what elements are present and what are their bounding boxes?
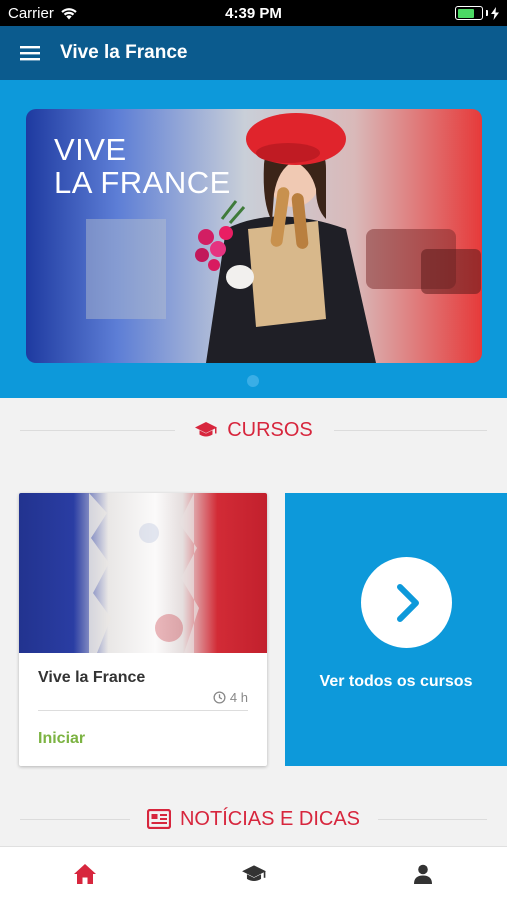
carousel-indicator-dot[interactable] <box>247 375 259 387</box>
news-section-title: NOTÍCIAS E DICAS <box>179 807 361 830</box>
course-duration-value: 4 h <box>229 690 248 705</box>
graduation-cap-icon <box>241 864 266 881</box>
graduation-cap-icon <box>195 422 218 437</box>
menu-button[interactable] <box>0 26 60 80</box>
courses-section-header: CURSOS <box>0 417 507 443</box>
all-courses-button[interactable] <box>361 557 452 648</box>
nav-courses[interactable] <box>169 847 338 900</box>
courses-section-title: CURSOS <box>227 418 313 441</box>
app-bar: Vive la France <box>0 26 507 80</box>
news-section-header: NOTÍCIAS E DICAS <box>0 806 507 832</box>
bottom-navigation <box>0 846 507 900</box>
battery-indicator <box>455 6 499 20</box>
status-time: 4:39 PM <box>225 5 282 22</box>
banner-title-line2: LA FRANCE <box>54 165 231 200</box>
hero-banner[interactable]: VIVE LA FRANCE <box>26 109 482 363</box>
chevron-right-icon <box>396 583 419 622</box>
battery-icon <box>455 6 483 20</box>
hamburger-menu-icon <box>20 46 40 61</box>
banner-title: VIVE LA FRANCE <box>54 133 231 199</box>
course-card[interactable]: Vive la France 4 h Iniciar <box>19 493 267 766</box>
status-bar: Carrier 4:39 PM <box>0 0 507 26</box>
start-course-button[interactable]: Iniciar <box>38 730 85 748</box>
charging-bolt-icon <box>491 6 499 20</box>
person-icon <box>413 864 432 884</box>
home-icon <box>73 863 96 884</box>
hero-carousel[interactable]: VIVE LA FRANCE <box>0 80 507 398</box>
flag-texture <box>89 493 199 653</box>
newspaper-icon <box>146 809 171 829</box>
clock-icon <box>213 691 226 704</box>
app-title: Vive la France <box>60 42 188 63</box>
all-courses-tile[interactable]: Ver todos os cursos <box>285 493 507 766</box>
card-divider <box>38 710 248 711</box>
all-courses-label: Ver todos os cursos <box>319 673 473 690</box>
course-thumbnail <box>19 493 267 653</box>
nav-home[interactable] <box>0 847 169 900</box>
course-duration: 4 h <box>213 690 248 705</box>
course-title: Vive la France <box>38 669 146 686</box>
banner-title-line1: VIVE <box>54 132 127 167</box>
nav-profile[interactable] <box>338 847 507 900</box>
